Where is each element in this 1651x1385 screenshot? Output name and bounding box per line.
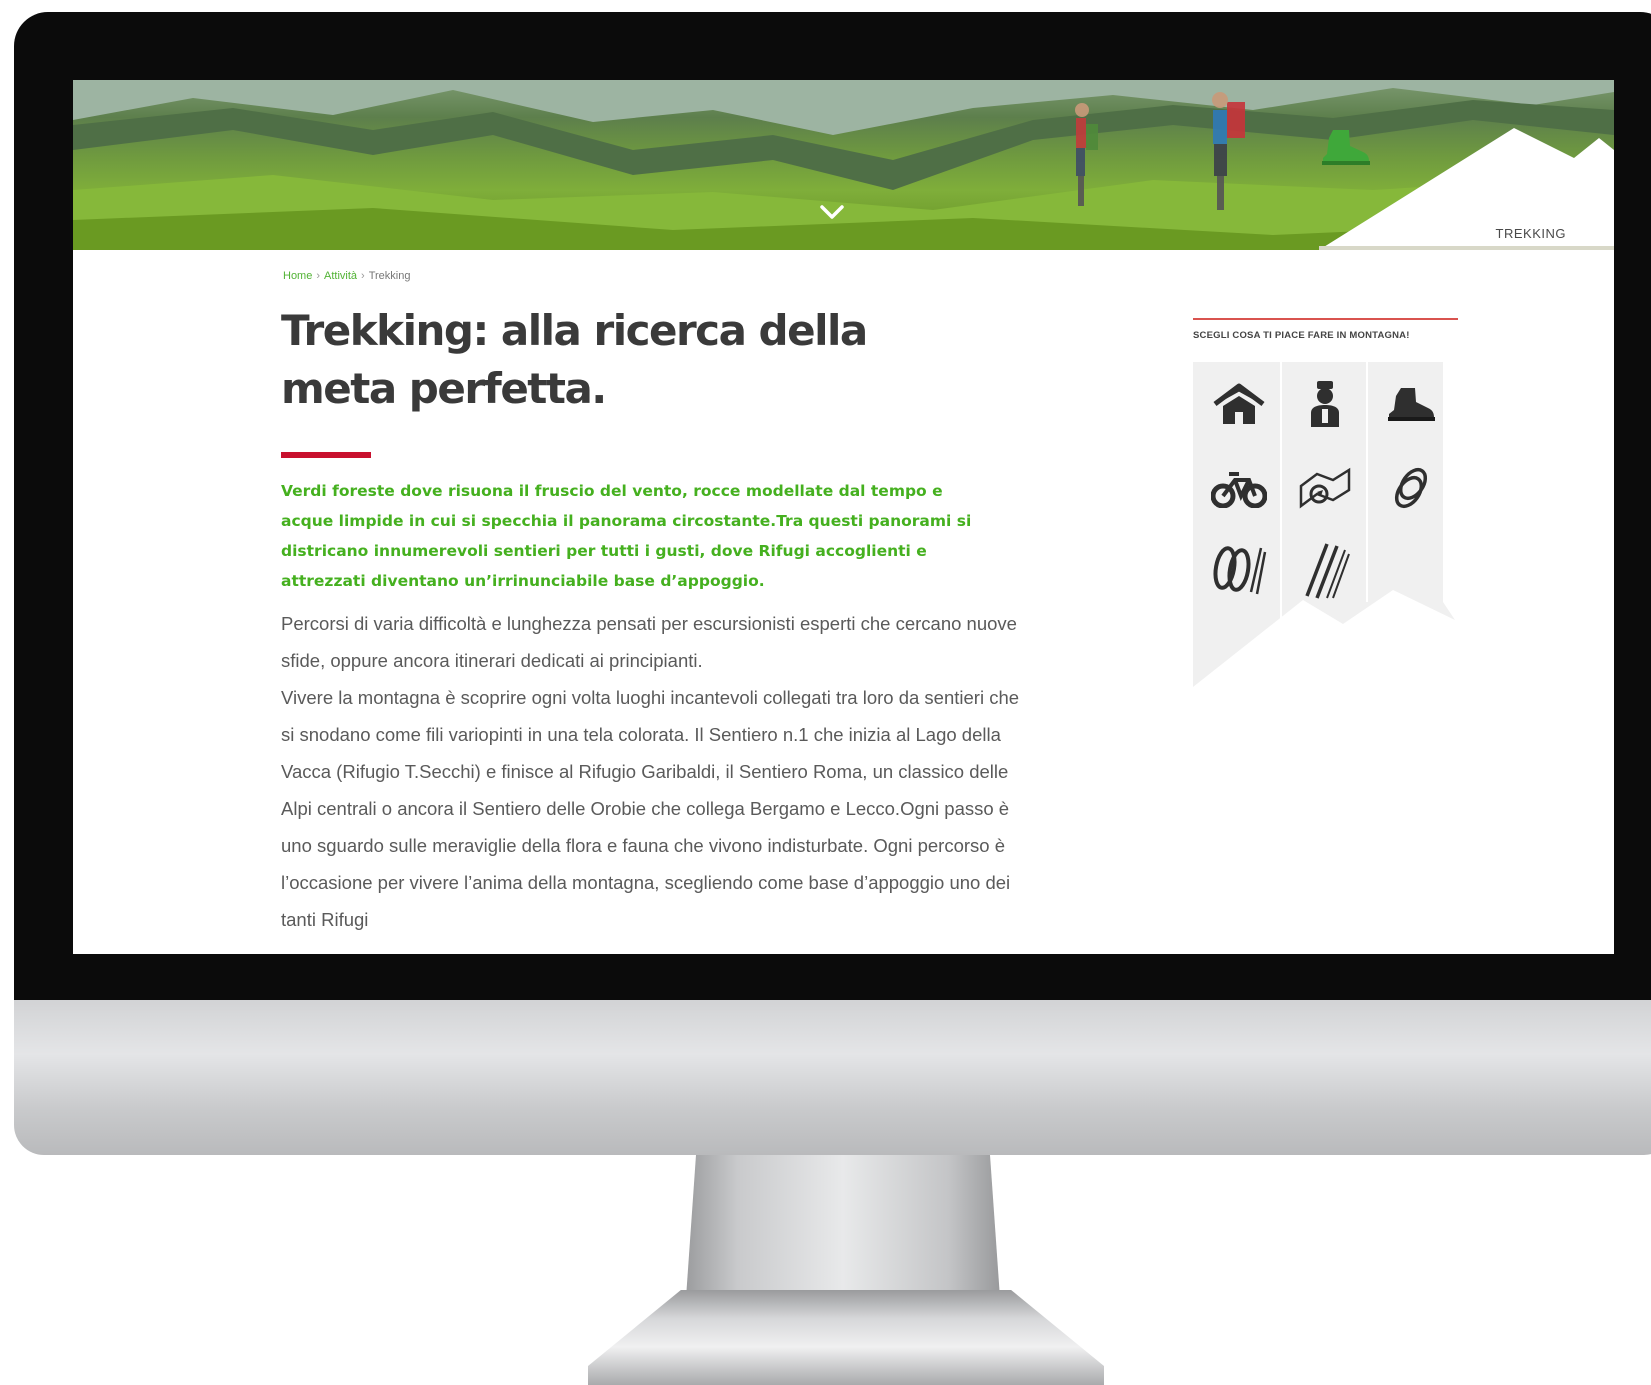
activity-snowshoe-button[interactable] xyxy=(1205,536,1273,604)
activity-climbing-button[interactable] xyxy=(1377,454,1445,522)
map-compass-icon xyxy=(1299,467,1351,509)
scroll-down-chevron-icon[interactable] xyxy=(818,202,846,222)
activity-orienteering-button[interactable] xyxy=(1291,454,1359,522)
page-title: Trekking: alla ricerca della meta perfet… xyxy=(281,302,1001,418)
hiking-boot-icon xyxy=(1322,130,1370,165)
monitor-stand-base xyxy=(588,1290,1104,1385)
breadcrumb-separator: › xyxy=(361,270,365,282)
lead-paragraph: Verdi foreste dove risuona il fruscio de… xyxy=(281,482,972,590)
page-title-line2: meta perfetta. xyxy=(281,364,607,413)
body-paragraph-2: Vivere la montagna è scoprire ogni volta… xyxy=(281,687,1020,930)
sidebar-top-rule xyxy=(1193,318,1458,320)
climbing-rope-icon xyxy=(1394,467,1428,509)
refuge-house-icon xyxy=(1213,383,1265,424)
breadcrumb-activities-link[interactable]: Attività xyxy=(324,270,357,282)
screen: TREKKING Home › Attività › Trekking Trekking… xyxy=(73,80,1614,954)
activity-badge: TREKKING xyxy=(1319,128,1614,250)
title-underline-rule xyxy=(281,452,371,458)
hiking-boot-icon xyxy=(1388,388,1435,421)
activity-bike-button[interactable] xyxy=(1205,454,1273,522)
page-title-line1: Trekking: alla ricerca della xyxy=(281,306,868,355)
body-paragraph-1: Percorsi di varia difficoltà e lunghezza… xyxy=(281,613,1017,671)
chef-icon xyxy=(1311,381,1339,427)
ski-poles-icon xyxy=(1305,543,1350,599)
activity-food-button[interactable] xyxy=(1291,370,1359,438)
breadcrumb-separator: › xyxy=(316,270,321,282)
snowshoes-icon xyxy=(1213,546,1267,595)
mountain-bike-icon xyxy=(1211,472,1267,508)
breadcrumb-home-link[interactable]: Home xyxy=(283,270,312,282)
activity-icon-grid xyxy=(1193,362,1458,702)
article-body: Percorsi di varia difficoltà e lunghezza… xyxy=(281,605,1021,938)
hero-banner: TREKKING xyxy=(73,80,1614,250)
activity-trekking-button[interactable] xyxy=(1377,370,1445,438)
breadcrumb-current: Trekking xyxy=(368,270,411,282)
activity-refuges-button[interactable] xyxy=(1205,370,1273,438)
activity-ski-button[interactable] xyxy=(1291,536,1359,604)
badge-label: TREKKING xyxy=(1495,226,1566,241)
monitor-chin xyxy=(14,1000,1651,1155)
activities-sidebar: SCEGLI COSA TI PIACE FARE IN MONTAGNA! xyxy=(1193,318,1458,687)
sidebar-heading: SCEGLI COSA TI PIACE FARE IN MONTAGNA! xyxy=(1193,330,1410,341)
breadcrumb: Home › Attività › Trekking xyxy=(283,270,410,282)
